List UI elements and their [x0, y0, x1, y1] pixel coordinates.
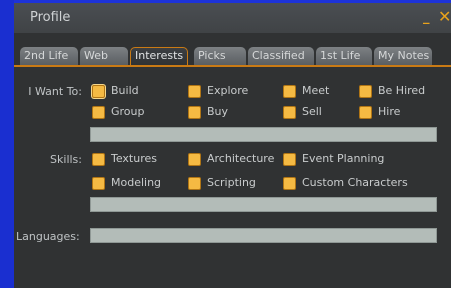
checkbox-label: Explore: [207, 84, 249, 97]
checkbox-label: Custom Characters: [302, 176, 408, 189]
want-to-other-field[interactable]: [90, 127, 437, 142]
want-to-label: I Want To:: [28, 85, 82, 98]
title-bar[interactable]: Profile _ ✕: [14, 3, 451, 33]
tab-bar: 2nd Life Web Interests Picks Classified …: [14, 47, 451, 66]
checkbox-label: Sell: [302, 105, 322, 118]
checkbox-label: Hire: [378, 105, 401, 118]
window-title: Profile: [30, 10, 71, 25]
skills-other-field[interactable]: [90, 197, 437, 212]
checkbox-label: Buy: [207, 105, 229, 118]
left-edge: [0, 0, 14, 288]
checkbox-box[interactable]: [283, 106, 296, 119]
checkbox-label: Meet: [302, 84, 330, 97]
profile-window: Profile _ ✕ 2nd Life Web Interests Picks…: [14, 3, 451, 288]
tab-underline: [14, 65, 451, 67]
checkbox-box[interactable]: [188, 106, 201, 119]
checkbox-box[interactable]: [188, 153, 201, 166]
tab-2nd-life[interactable]: 2nd Life: [20, 47, 78, 65]
checkbox-label: Architecture: [207, 152, 275, 165]
checkbox-box[interactable]: [359, 106, 372, 119]
checkbox-box[interactable]: [92, 85, 105, 98]
tab-1st-life[interactable]: 1st Life: [316, 47, 372, 65]
close-icon[interactable]: ✕: [438, 8, 451, 26]
checkbox-box[interactable]: [92, 153, 105, 166]
checkbox-box[interactable]: [188, 177, 201, 190]
checkbox-label: Textures: [111, 152, 157, 165]
languages-field[interactable]: [90, 228, 437, 243]
tab-classified[interactable]: Classified: [248, 47, 314, 65]
tab-my-notes[interactable]: My Notes: [374, 47, 432, 65]
checkbox-label: Event Planning: [302, 152, 385, 165]
checkbox-box[interactable]: [359, 85, 372, 98]
checkbox-box[interactable]: [283, 153, 296, 166]
minimize-icon[interactable]: _: [423, 11, 430, 25]
checkbox-box[interactable]: [283, 177, 296, 190]
checkbox-box[interactable]: [283, 85, 296, 98]
checkbox-label: Build: [111, 84, 139, 97]
checkbox-label: Be Hired: [378, 84, 426, 97]
tab-interests[interactable]: Interests: [130, 47, 188, 65]
languages-label: Languages:: [16, 230, 80, 243]
checkbox-label: Scripting: [207, 176, 256, 189]
tab-picks[interactable]: Picks: [194, 47, 246, 65]
checkbox-box[interactable]: [188, 85, 201, 98]
checkbox-label: Modeling: [111, 176, 162, 189]
checkbox-label: Group: [111, 105, 145, 118]
checkbox-box[interactable]: [92, 177, 105, 190]
skills-label: Skills:: [50, 153, 82, 166]
tab-web[interactable]: Web: [80, 47, 128, 65]
checkbox-box[interactable]: [92, 106, 105, 119]
